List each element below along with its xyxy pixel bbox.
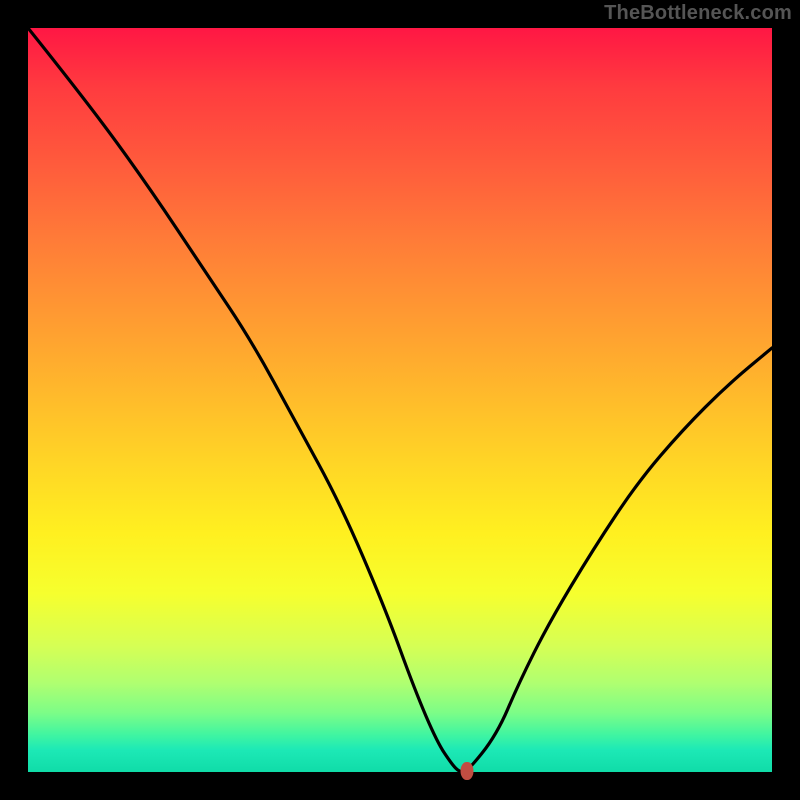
chart-marker	[460, 762, 473, 780]
line-curve	[28, 28, 772, 772]
chart-frame: TheBottleneck.com	[0, 0, 800, 800]
plot-area	[28, 28, 772, 772]
watermark-text: TheBottleneck.com	[604, 2, 792, 25]
